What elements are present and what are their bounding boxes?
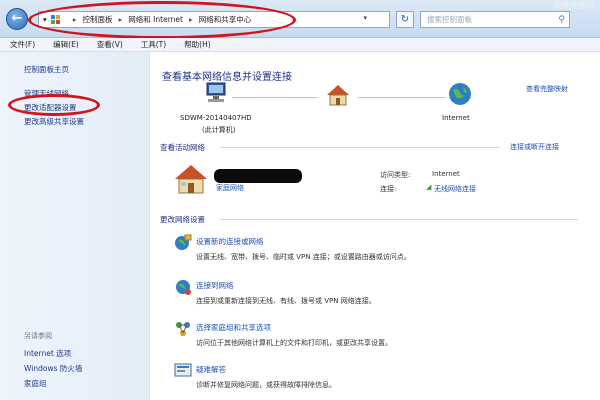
- menu-file[interactable]: 文件(F): [10, 39, 35, 50]
- main-pane: 查看基本网络信息并设置连接 查看完整映射 SDWM-20140407HD (此计…: [150, 52, 600, 400]
- task-description: 连接到或重新连接到无线、有线、拨号或 VPN 网络连接。: [196, 297, 376, 305]
- access-type-value: Internet: [432, 170, 460, 178]
- task-troubleshoot[interactable]: 疑难解答: [196, 364, 226, 375]
- back-button[interactable]: ←: [6, 8, 28, 30]
- active-networks-heading: 查看活动网络: [160, 143, 205, 152]
- advanced-sharing-link[interactable]: 更改高级共享设置: [24, 116, 84, 127]
- change-settings-heading: 更改网络设置: [160, 215, 205, 224]
- connect-network-icon: [176, 280, 191, 295]
- task-description: 访问位于其他网络计算机上的文件和打印机，或更改共享设置。: [196, 339, 392, 347]
- access-type-label: 访问类型:: [380, 171, 411, 179]
- connection-line: [358, 97, 446, 98]
- search-input[interactable]: 搜索控制面板 ⚲: [420, 11, 570, 28]
- divider: [220, 219, 578, 220]
- control-panel-home-link[interactable]: 控制面板主页: [24, 64, 69, 75]
- homegroup-sharing-icon: [176, 322, 190, 336]
- wireless-connection-link[interactable]: 无线网络连接: [434, 184, 476, 194]
- menu-edit[interactable]: 编辑(E): [53, 39, 79, 50]
- task-homegroup-sharing[interactable]: 选择家庭组和共享选项: [196, 322, 271, 333]
- new-connection-icon: [175, 234, 192, 250]
- homegroup-link[interactable]: 家庭组: [24, 378, 47, 389]
- home-network-icon: [327, 85, 349, 106]
- annotation-circle: [28, 1, 296, 39]
- internet-options-link[interactable]: Internet 选项: [24, 348, 71, 359]
- wireless-signal-icon: ◢: [426, 183, 432, 191]
- chevron-down-icon[interactable]: ▾: [363, 14, 367, 22]
- network-type-link[interactable]: 家庭网络: [216, 183, 244, 193]
- task-new-connection[interactable]: 设置新的连接或网络: [196, 236, 264, 247]
- computer-icon: [206, 82, 226, 102]
- internet-globe-icon: [449, 83, 471, 105]
- annotation-circle: [8, 94, 100, 116]
- task-connect-network[interactable]: 连接到网络: [196, 280, 234, 291]
- menu-bar: 文件(F) 编辑(E) 查看(V) 工具(T) 帮助(H): [0, 38, 600, 52]
- connections-label: 连接:: [380, 185, 397, 193]
- troubleshoot-icon: [174, 363, 192, 377]
- task-description: 诊断并修复网络问题，或获得故障排除信息。: [196, 381, 336, 389]
- watermark: 电脑维修网: [554, 1, 594, 10]
- connection-line: [232, 97, 318, 98]
- see-also-heading: 另请参阅: [24, 332, 52, 340]
- menu-help[interactable]: 帮助(H): [184, 39, 211, 50]
- house-icon: [175, 165, 207, 194]
- menu-view[interactable]: 查看(V): [97, 39, 123, 50]
- page-title: 查看基本网络信息并设置连接: [162, 72, 292, 83]
- left-pane: 控制面板主页 管理无线网络 更改适配器设置 更改高级共享设置 另请参阅 Inte…: [0, 52, 150, 400]
- computer-sub-label: (此计算机): [202, 126, 236, 134]
- search-placeholder: 搜索控制面板: [427, 15, 472, 24]
- search-icon[interactable]: ⚲: [558, 13, 565, 28]
- task-description: 设置无线、宽带、拨号、临时或 VPN 连接；或设置路由器或访问点。: [196, 253, 411, 261]
- menu-tools[interactable]: 工具(T): [141, 39, 166, 50]
- redacted-network-name: [214, 169, 302, 183]
- computer-name: SDWM-20140407HD: [180, 114, 252, 122]
- connect-disconnect-link[interactable]: 连接或断开连接: [510, 142, 559, 152]
- internet-label: Internet: [442, 114, 470, 122]
- windows-firewall-link[interactable]: Windows 防火墙: [24, 363, 82, 374]
- divider: [220, 147, 500, 148]
- refresh-button[interactable]: ↻: [396, 11, 414, 28]
- view-full-map-link[interactable]: 查看完整映射: [526, 84, 568, 94]
